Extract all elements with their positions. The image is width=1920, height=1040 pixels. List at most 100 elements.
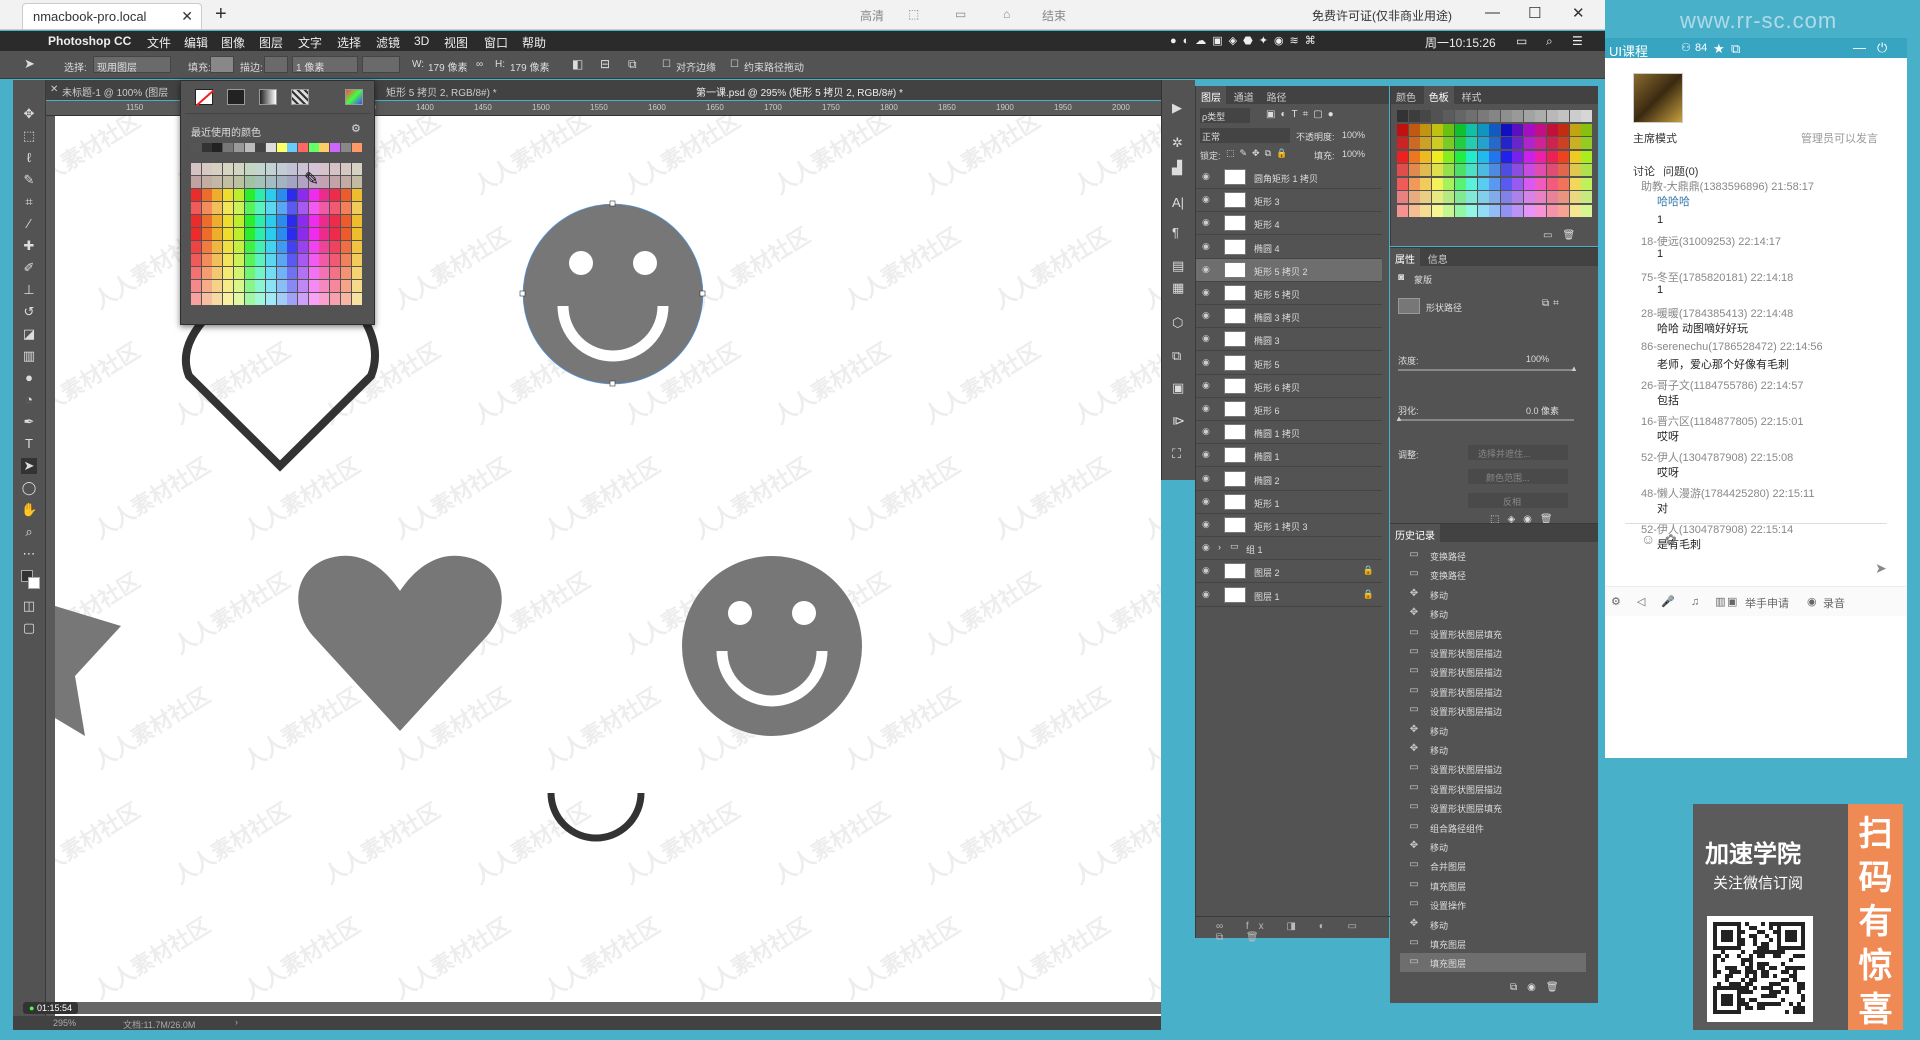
color-swatch[interactable]: [1500, 191, 1512, 203]
history-item[interactable]: ▭ 设置形状图层描边: [1400, 682, 1586, 701]
color-swatch[interactable]: [351, 267, 362, 279]
color-swatch[interactable]: [1512, 137, 1523, 149]
gradient-icon[interactable]: [259, 89, 277, 105]
screen-mode-icon[interactable]: ▢: [21, 620, 37, 636]
color-swatch[interactable]: [351, 293, 362, 305]
window-icon[interactable]: ▭: [955, 7, 966, 21]
color-swatch[interactable]: [1581, 191, 1592, 203]
fill-swatch[interactable]: [210, 56, 234, 73]
color-swatch[interactable]: [276, 189, 287, 201]
color-swatch[interactable]: [265, 267, 276, 279]
color-swatch[interactable]: [1581, 150, 1592, 163]
color-swatch[interactable]: [223, 189, 234, 201]
color-swatch[interactable]: [191, 202, 201, 214]
history-item[interactable]: ✥ 移动: [1400, 585, 1586, 604]
history-item[interactable]: ▭ 变换路径: [1400, 565, 1586, 584]
menu-list-icon[interactable]: ☰: [1572, 34, 1583, 48]
history-item[interactable]: ▭ 组合路径组件: [1400, 818, 1586, 837]
color-swatch[interactable]: [1546, 150, 1558, 163]
layer-row[interactable]: ◉ 椭圆 1 拷贝: [1196, 421, 1382, 445]
history-item[interactable]: ▭ 设置形状图层填充: [1400, 798, 1586, 817]
send-icon[interactable]: ➤: [1875, 560, 1887, 577]
browser-tab[interactable]: nmacbook-pro.local ✕: [22, 3, 202, 29]
blend-mode-dropdown[interactable]: 正常: [1200, 128, 1290, 143]
horizontal-scrollbar[interactable]: [55, 1002, 1161, 1014]
color-swatch[interactable]: [1569, 150, 1581, 163]
color-swatch[interactable]: [1408, 150, 1420, 163]
color-swatch[interactable]: [1477, 204, 1489, 217]
color-swatch[interactable]: [233, 202, 244, 214]
color-swatch[interactable]: [1443, 150, 1454, 163]
color-swatch[interactable]: [1397, 110, 1408, 122]
power-icon[interactable]: ⏻: [1877, 40, 1887, 56]
color-swatch[interactable]: [223, 143, 234, 152]
color-swatch[interactable]: [233, 176, 244, 188]
color-swatch[interactable]: [351, 215, 362, 227]
lock-icons[interactable]: ⬚✎✥⧉🔒: [1226, 148, 1292, 159]
color-swatch[interactable]: [319, 254, 330, 266]
settings-gear-icon[interactable]: ⚙: [351, 122, 361, 135]
color-swatch[interactable]: [340, 176, 351, 188]
new-tab-icon[interactable]: +: [215, 3, 227, 26]
feather-value[interactable]: 0.0 像素: [1526, 404, 1559, 417]
color-swatch[interactable]: [1512, 150, 1523, 163]
color-swatch[interactable]: [1569, 204, 1581, 217]
color-swatch[interactable]: [1523, 191, 1535, 203]
color-swatch[interactable]: [233, 163, 244, 175]
layer-row[interactable]: ◉ 圆角矩形 1 拷贝: [1196, 166, 1382, 189]
color-swatch[interactable]: [201, 202, 212, 214]
color-swatch[interactable]: [276, 215, 287, 227]
color-swatch[interactable]: [330, 202, 341, 214]
tab-discussion[interactable]: 讨论: [1633, 163, 1655, 179]
color-swatch[interactable]: [1443, 191, 1454, 203]
color-swatch[interactable]: [223, 280, 234, 292]
color-swatch[interactable]: [201, 293, 212, 305]
density-value[interactable]: 100%: [1526, 354, 1549, 364]
color-swatch[interactable]: [1558, 204, 1569, 217]
libraries-icon[interactable]: ▤: [1172, 258, 1184, 274]
color-swatch[interactable]: [212, 176, 223, 188]
doc-tab-main[interactable]: 第一课.psd @ 295% (矩形 5 拷贝 2, RGB/8#) *: [696, 84, 903, 99]
color-swatch[interactable]: [287, 176, 298, 188]
color-swatch[interactable]: [340, 215, 351, 227]
color-swatch[interactable]: [223, 267, 234, 279]
layer-row[interactable]: ◉ 矩形 5: [1196, 352, 1382, 375]
color-swatch[interactable]: [1431, 150, 1443, 163]
color-swatch[interactable]: [308, 189, 319, 201]
color-swatch[interactable]: [233, 228, 244, 240]
color-swatch[interactable]: [319, 228, 330, 240]
color-swatch[interactable]: [1454, 150, 1466, 163]
color-swatch[interactable]: [265, 163, 276, 175]
color-swatch[interactable]: [1500, 204, 1512, 217]
histogram-icon[interactable]: ▟: [1172, 160, 1182, 176]
color-swatch[interactable]: [340, 228, 351, 240]
menu-file[interactable]: 文件: [147, 34, 171, 51]
color-swatch[interactable]: [191, 241, 201, 253]
menu-window[interactable]: 窗口: [484, 34, 508, 51]
color-swatch[interactable]: [319, 189, 330, 201]
color-swatch[interactable]: [276, 280, 287, 292]
color-swatch[interactable]: [1408, 137, 1420, 149]
history-item[interactable]: ▭ 设置形状图层描边: [1400, 779, 1586, 798]
color-swatch[interactable]: [233, 215, 244, 227]
select-dropdown[interactable]: 现用图层: [93, 56, 171, 74]
color-swatch[interactable]: [244, 293, 255, 305]
layer-row[interactable]: ◉ 图层 1 🔒: [1196, 584, 1382, 607]
color-swatch[interactable]: [255, 267, 266, 279]
color-swatch[interactable]: [308, 241, 319, 253]
color-swatch[interactable]: [1431, 110, 1443, 122]
visibility-eye-icon[interactable]: ◉: [1202, 171, 1210, 182]
color-swatch[interactable]: [1466, 164, 1477, 176]
color-swatch[interactable]: [287, 293, 298, 305]
lasso-tool-icon[interactable]: ℓ: [21, 150, 37, 166]
layer-row[interactable]: ◉ 矩形 5 拷贝: [1196, 282, 1382, 305]
color-swatch[interactable]: [1420, 137, 1431, 149]
color-swatch[interactable]: [1558, 123, 1569, 136]
density-slider[interactable]: [1398, 369, 1574, 371]
more-tools-icon[interactable]: ⋯: [21, 546, 37, 562]
layer-row[interactable]: ◉ 矩形 4: [1196, 212, 1382, 236]
history-item[interactable]: ✥ 移动: [1400, 915, 1586, 934]
color-swatch[interactable]: [244, 202, 255, 214]
color-swatch[interactable]: [351, 254, 362, 266]
path-alignment-icon[interactable]: ⊟: [600, 57, 610, 71]
